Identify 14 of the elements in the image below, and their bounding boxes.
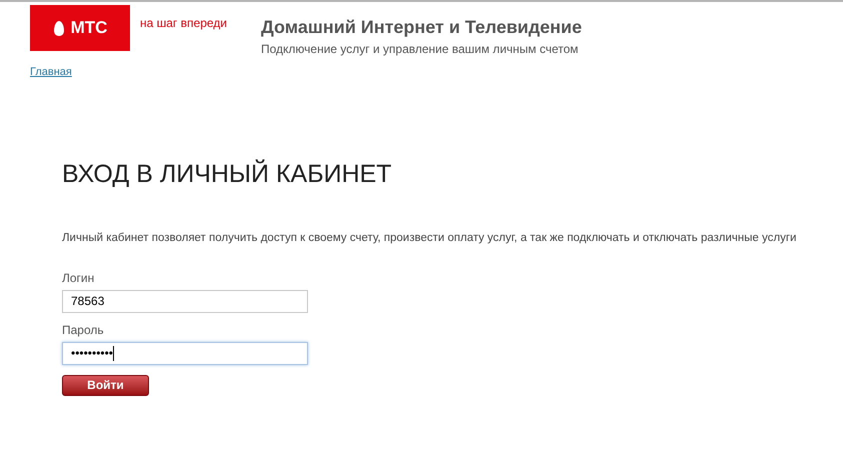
field-label: Пароль bbox=[62, 322, 104, 339]
home-link[interactable]: Главная bbox=[30, 64, 72, 80]
egg-icon bbox=[52, 20, 65, 36]
input-field[interactable]: •••••••••• bbox=[62, 342, 308, 365]
description: Личный кабинет позволяет получить доступ к своему счету, произвести оплату услуг, а так же подключать и отключать различные услуги bbox=[62, 230, 798, 246]
login-button[interactable]: Войти bbox=[62, 374, 149, 396]
logo[interactable]: МТС bbox=[30, 5, 130, 51]
site-subtitle: Подключение услуг и управление вашим личным счетом bbox=[260, 41, 580, 58]
logo-text: МТС bbox=[70, 17, 108, 40]
tagline: на шаг впереди bbox=[140, 15, 227, 32]
field-label: Логин bbox=[62, 270, 94, 287]
input-field[interactable]: 78563 bbox=[62, 290, 308, 313]
page-heading: ВХОД В ЛИЧНЫЙ КАБИНЕТ bbox=[62, 158, 393, 188]
site-title: Домашний Интернет и Телевидение bbox=[260, 16, 582, 38]
